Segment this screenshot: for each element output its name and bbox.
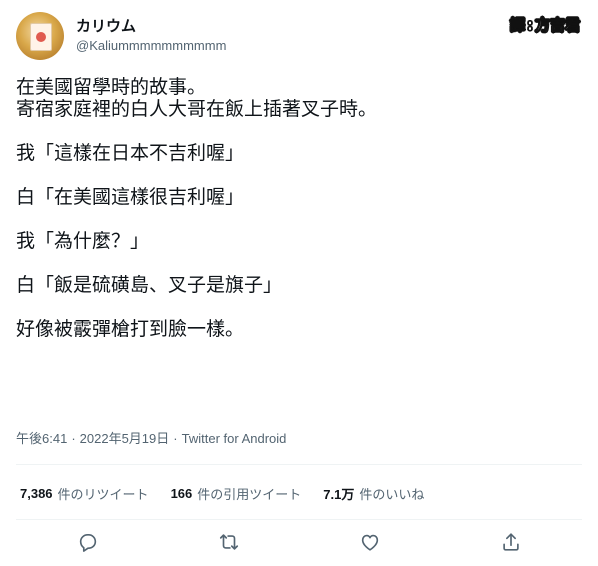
user-handle[interactable]: @Kaliummmmmmmmmm (76, 37, 226, 55)
tweet-meta: 午後6:41 · 2022年5月19日 · Twitter for Androi… (16, 431, 286, 447)
display-name[interactable]: カリウム (76, 17, 226, 37)
tweet-line: 我「這樣在日本不吉利喔」 (16, 142, 245, 164)
divider (16, 519, 582, 520)
like-button[interactable] (358, 530, 382, 554)
tweet-line: 寄宿家庭裡的白人大哥在飯上插著叉子時。 (16, 98, 378, 120)
reply-icon (79, 534, 97, 552)
retweet-button[interactable] (217, 530, 241, 554)
tweet-header: カリウム @Kaliummmmmmmmmm (16, 12, 226, 60)
retweets-count: 7,386 (20, 485, 53, 501)
retweets-label: 件のリツイート (57, 487, 149, 503)
tweet-line: 我「為什麼？」 (16, 230, 150, 252)
avatar[interactable] (16, 12, 64, 60)
watermark-separator: : (526, 15, 534, 34)
tweet-time[interactable]: 午後6:41 (16, 431, 67, 447)
share-icon (503, 533, 519, 551)
retweets-stat[interactable]: 7,386 件のリツイート (20, 484, 149, 503)
share-button[interactable] (499, 530, 523, 554)
tweet-source[interactable]: Twitter for Android (182, 431, 287, 447)
tweet-card: カリウム @Kaliummmmmmmmmm 譯 : 方吉君 在美國留學時的故事。… (0, 0, 598, 566)
tweet-line: 白「在美國這樣很吉利喔」 (16, 186, 245, 208)
tweet-line: 白「飯是硫磺島、叉子是旗子」 (16, 274, 283, 296)
quotes-label: 件の引用ツイート (197, 487, 302, 503)
quotes-stat[interactable]: 166 件の引用ツイート (171, 484, 302, 503)
retweet-icon (219, 534, 239, 550)
divider (16, 464, 582, 465)
watermark-name: 方吉君 (534, 16, 581, 35)
likes-stat[interactable]: 7.1万 件のいいね (323, 484, 424, 503)
like-icon (361, 534, 379, 551)
likes-label: 件のいいね (359, 487, 425, 503)
tweet-actions (0, 526, 598, 558)
tweet-line: 在美國留學時的故事。 (16, 76, 207, 98)
avatar-image (30, 23, 52, 51)
translator-watermark: 譯 : 方吉君 (509, 14, 581, 35)
tweet-stats: 7,386 件のリツイート 166 件の引用ツイート 7.1万 件のいいね (20, 484, 446, 503)
tweet-text: 在美國留學時的故事。 寄宿家庭裡的白人大哥在飯上插著叉子時。 我「這樣在日本不吉… (16, 76, 582, 340)
likes-count: 7.1万 (323, 486, 355, 502)
tweet-line: 好像被霰彈槍打到臉一樣。 (16, 318, 245, 340)
quotes-count: 166 (170, 485, 193, 501)
meta-separator: · (71, 431, 76, 446)
reply-button[interactable] (76, 530, 100, 554)
watermark-label: 譯 (509, 16, 526, 35)
tweet-date[interactable]: 2022年5月19日 (80, 431, 170, 447)
author-names: カリウム @Kaliummmmmmmmmm (76, 17, 226, 55)
meta-separator: · (173, 431, 178, 446)
